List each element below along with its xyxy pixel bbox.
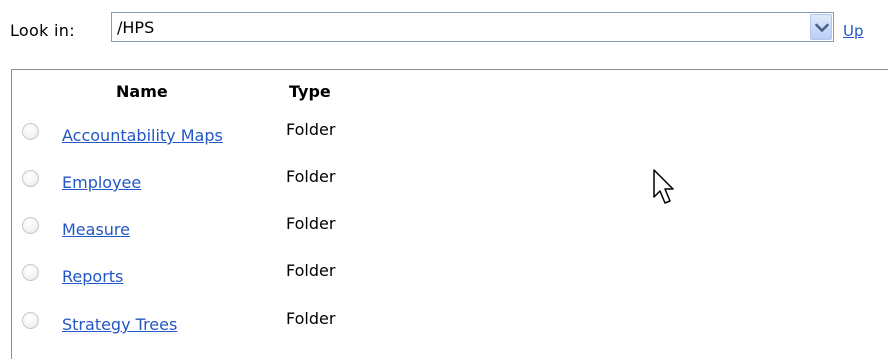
row-radio-button[interactable]	[22, 123, 39, 140]
file-row: Employee Folder	[22, 167, 542, 197]
file-name-link[interactable]: Reports	[62, 267, 123, 286]
file-row: Reports Folder	[22, 261, 542, 291]
file-name-link[interactable]: Accountability Maps	[62, 126, 223, 145]
chevron-down-icon	[815, 23, 829, 32]
row-radio-button[interactable]	[22, 312, 39, 329]
row-radio-button[interactable]	[22, 170, 39, 187]
file-type: Folder	[286, 309, 336, 328]
row-radio-button[interactable]	[22, 264, 39, 281]
file-row: Measure Folder	[22, 214, 542, 244]
column-header-type: Type	[289, 82, 331, 101]
file-row: Accountability Maps Folder	[22, 120, 542, 150]
look-in-bar: Look in: /HPS Up	[0, 0, 888, 60]
look-in-dropdown-button[interactable]	[810, 14, 832, 40]
file-type: Folder	[286, 214, 336, 233]
look-in-path-select[interactable]: /HPS	[111, 12, 834, 42]
file-name-link[interactable]: Employee	[62, 173, 141, 192]
file-name-link[interactable]: Measure	[62, 220, 130, 239]
up-link[interactable]: Up	[843, 22, 864, 40]
file-row: Strategy Trees Folder	[22, 309, 542, 339]
look-in-path-value: /HPS	[117, 18, 155, 37]
file-type: Folder	[286, 167, 336, 186]
row-radio-button[interactable]	[22, 217, 39, 234]
file-name-link[interactable]: Strategy Trees	[62, 315, 177, 334]
mouse-pointer-icon	[653, 169, 674, 204]
column-header-name: Name	[116, 82, 168, 101]
file-type: Folder	[286, 120, 336, 139]
look-in-label: Look in:	[10, 21, 75, 40]
file-type: Folder	[286, 261, 336, 280]
